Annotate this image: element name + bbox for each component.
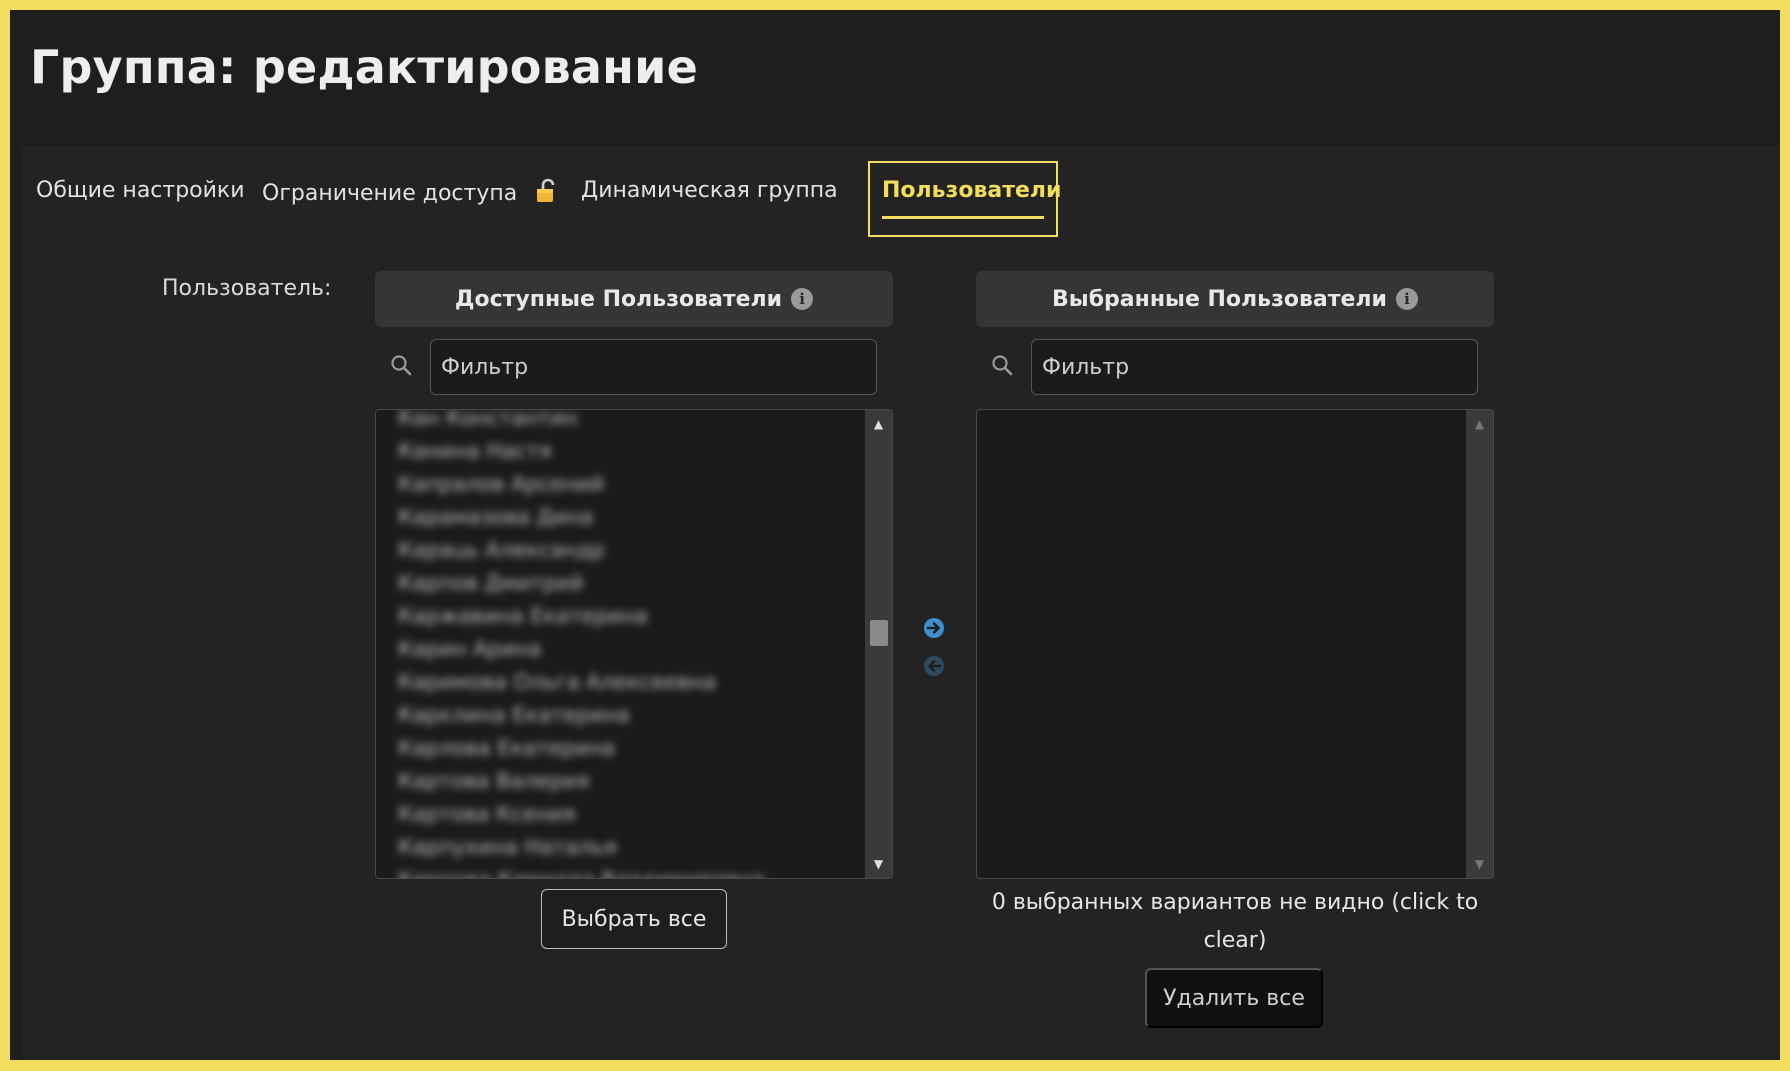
tab-label: Общие настройки <box>36 178 245 203</box>
list-item[interactable]: Капралов Арсений <box>398 468 858 501</box>
info-icon[interactable]: i <box>791 288 814 310</box>
remove-all-button[interactable]: Удалить все <box>1145 968 1323 1028</box>
list-item[interactable]: Карин Арина <box>398 633 858 666</box>
scrollbar[interactable]: ▲ ▼ <box>1466 410 1493 878</box>
content-panel: Общие настройки Ограничение доступа Дина… <box>22 146 1780 1060</box>
available-items: Кан Константин Канина Настя Капралов Арс… <box>398 410 858 878</box>
scroll-up-icon[interactable]: ▲ <box>1466 412 1493 436</box>
scroll-down-icon[interactable]: ▼ <box>1466 852 1493 876</box>
tab-dynamic-group[interactable]: Динамическая группа <box>581 178 838 203</box>
page-title: Группа: редактирование <box>30 40 698 94</box>
list-item[interactable]: Карклина Екатерина <box>398 699 858 732</box>
list-item[interactable]: Карпов Дмитрий <box>398 567 858 600</box>
selected-users-listbox: Выбранные Пользователи i ▲ ▼ <box>976 271 1494 879</box>
list-item[interactable]: Канина Настя <box>398 435 858 468</box>
list-item[interactable]: Караць Александр <box>398 534 858 567</box>
tab-access-restriction[interactable]: Ограничение доступа <box>262 178 560 210</box>
tab-users[interactable]: Пользователи <box>882 178 1061 203</box>
arrow-right-icon[interactable] <box>922 616 946 644</box>
available-filter-row <box>375 339 893 409</box>
list-item[interactable]: Картова Ксения <box>398 798 858 831</box>
active-tab-underline <box>882 216 1044 219</box>
move-controls <box>922 616 946 692</box>
list-item[interactable]: Карлова Екатерина <box>398 732 858 765</box>
user-field-label: Пользователь: <box>162 276 332 301</box>
list-item[interactable]: Кан Константин <box>398 410 858 435</box>
select-all-button[interactable]: Выбрать все <box>541 889 727 949</box>
available-filter-input[interactable] <box>430 339 877 395</box>
search-icon <box>990 353 1014 381</box>
selected-users-list[interactable]: ▲ ▼ <box>976 409 1494 879</box>
info-icon[interactable]: i <box>1395 288 1418 310</box>
scroll-down-icon[interactable]: ▼ <box>865 852 892 876</box>
available-users-listbox: Доступные Пользователи i Кан Константин … <box>375 271 893 879</box>
available-users-list[interactable]: Кан Константин Канина Настя Капралов Арс… <box>375 409 893 879</box>
list-item[interactable]: Карпова Камилла Владимировна <box>398 864 858 878</box>
list-item[interactable]: Каримова Ольга Алексеевна <box>398 666 858 699</box>
selected-users-header: Выбранные Пользователи i <box>976 271 1494 327</box>
tab-label: Ограничение доступа <box>262 181 518 206</box>
list-item[interactable]: Картова Валерия <box>398 765 858 798</box>
scrollbar[interactable]: ▲ ▼ <box>865 410 892 878</box>
list-item[interactable]: Карамазова Дина <box>398 501 858 534</box>
list-item[interactable]: Карпухина Наталья <box>398 831 858 864</box>
available-users-header: Доступные Пользователи i <box>375 271 893 327</box>
available-users-title: Доступные Пользователи <box>454 286 783 312</box>
scroll-up-icon[interactable]: ▲ <box>865 412 892 436</box>
arrow-left-icon[interactable] <box>922 654 946 682</box>
selected-filter-input[interactable] <box>1031 339 1478 395</box>
scroll-thumb[interactable] <box>870 620 888 646</box>
lock-icon <box>534 178 560 210</box>
selected-filter-row <box>976 339 1494 409</box>
search-icon <box>389 353 413 381</box>
list-item[interactable]: Каржавина Екатерина <box>398 600 858 633</box>
tab-label: Динамическая группа <box>581 178 838 203</box>
tab-general-settings[interactable]: Общие настройки <box>36 178 245 203</box>
app-frame: Группа: редактирование Общие настройки О… <box>10 10 1780 1060</box>
selected-users-title: Выбранные Пользователи <box>1052 286 1387 312</box>
hidden-selected-note[interactable]: 0 выбранных вариантов не видно (click to… <box>982 884 1488 960</box>
tab-label: Пользователи <box>882 178 1062 203</box>
